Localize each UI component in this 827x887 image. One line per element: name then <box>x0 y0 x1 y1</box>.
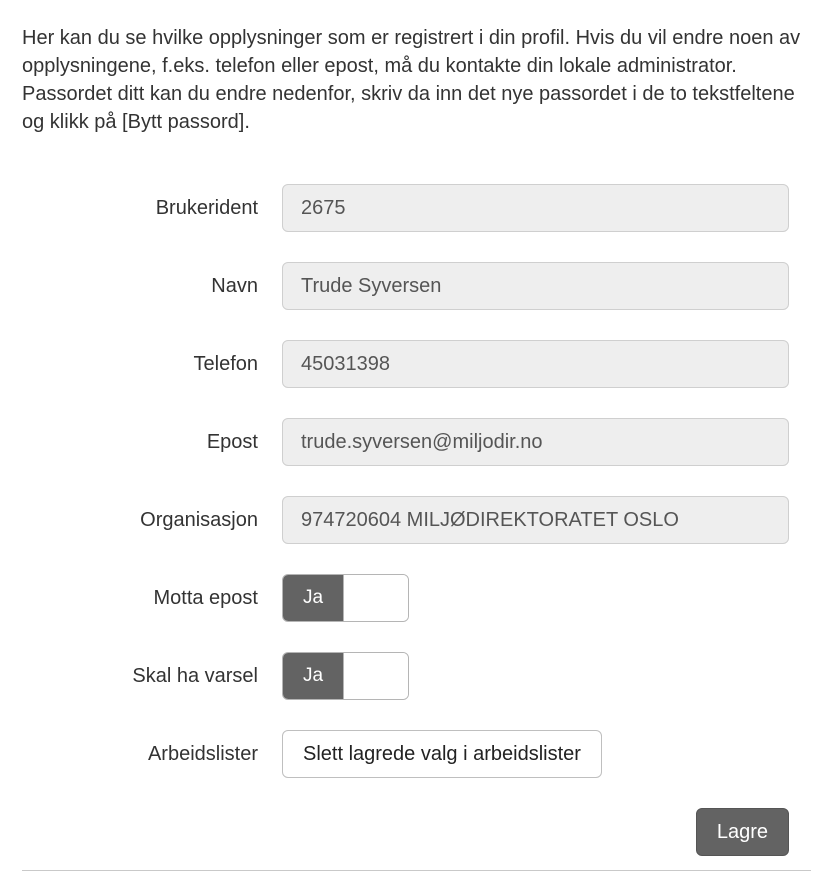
clear-worklists-button[interactable]: Slett lagrede valg i arbeidslister <box>282 730 602 778</box>
row-navn: Navn <box>82 262 789 310</box>
label-epost: Epost <box>82 431 282 454</box>
toggle-motta-epost-off <box>344 575 408 621</box>
row-organisasjon: Organisasjon <box>82 496 789 544</box>
label-telefon: Telefon <box>82 353 282 376</box>
label-navn: Navn <box>82 275 282 298</box>
intro-text: Her kan du se hvilke opplysninger som er… <box>22 24 802 136</box>
label-motta-epost: Motta epost <box>82 587 282 610</box>
row-telefon: Telefon <box>82 340 789 388</box>
input-navn[interactable] <box>282 262 789 310</box>
row-brukerident: Brukerident <box>82 184 789 232</box>
profile-page: Her kan du se hvilke opplysninger som er… <box>0 0 827 887</box>
toggle-motta-epost[interactable]: Ja <box>282 574 409 622</box>
label-brukerident: Brukerident <box>82 197 282 220</box>
toggle-skal-ha-varsel[interactable]: Ja <box>282 652 409 700</box>
input-organisasjon[interactable] <box>282 496 789 544</box>
label-skal-ha-varsel: Skal ha varsel <box>82 665 282 688</box>
row-skal-ha-varsel: Skal ha varsel Ja <box>82 652 789 700</box>
row-arbeidslister: Arbeidslister Slett lagrede valg i arbei… <box>82 730 789 778</box>
input-telefon[interactable] <box>282 340 789 388</box>
toggle-skal-ha-varsel-off <box>344 653 408 699</box>
input-brukerident[interactable] <box>282 184 789 232</box>
toggle-motta-epost-on: Ja <box>283 575 344 621</box>
divider <box>22 870 811 871</box>
profile-form: Brukerident Navn Telefon Epost Organisas <box>22 184 811 778</box>
row-epost: Epost <box>82 418 789 466</box>
action-row: Lagre <box>22 808 811 856</box>
save-button[interactable]: Lagre <box>696 808 789 856</box>
input-epost[interactable] <box>282 418 789 466</box>
label-organisasjon: Organisasjon <box>82 509 282 532</box>
toggle-skal-ha-varsel-on: Ja <box>283 653 344 699</box>
label-arbeidslister: Arbeidslister <box>82 743 282 766</box>
row-motta-epost: Motta epost Ja <box>82 574 789 622</box>
